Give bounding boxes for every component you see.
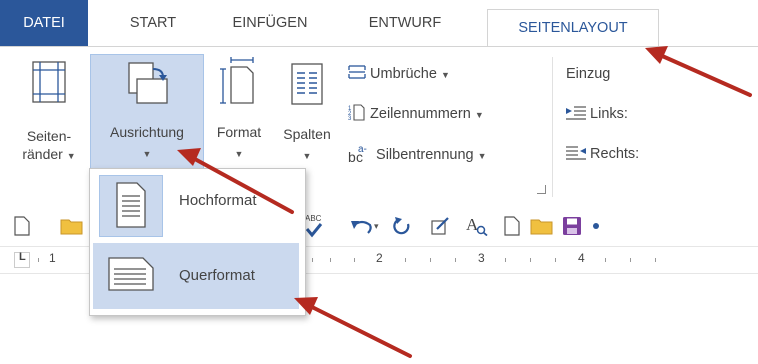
arrow-to-page-layout-tab	[645, 46, 752, 97]
annotation-arrows	[177, 46, 752, 358]
arrow-to-landscape-item	[294, 297, 412, 358]
arrow-to-orientation-button	[177, 148, 294, 214]
